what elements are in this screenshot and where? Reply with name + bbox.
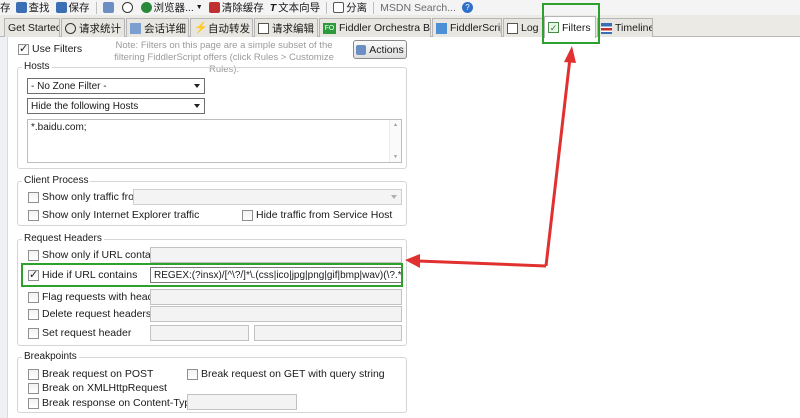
tab-autoresponder[interactable]: ⚡ 自动转发 [190,18,253,37]
client-process-group-title: Client Process [22,175,91,186]
chevron-down-icon [194,104,200,108]
camera-icon [102,2,114,13]
tab-orchestra[interactable]: FOFiddler Orchestra Beta [319,18,431,37]
break-post-checkbox[interactable] [28,369,39,380]
break-post-label: Break request on POST [42,368,154,380]
show-if-url-label: Show only if URL contains [42,249,165,261]
hide-if-url-highlight [21,263,403,287]
toolbar-separator [95,1,97,14]
tab-fiddlerscript[interactable]: FiddlerScript [432,18,502,37]
toolbar-separator [326,1,328,14]
flag-headers-input[interactable] [150,289,402,305]
save-icon [55,2,67,13]
save-button[interactable]: 保存 [53,0,93,15]
break-content-type-label: Break response on Content-Type [42,397,197,409]
toolbar-cut-item: 存 [0,2,11,14]
text-wizard-button[interactable]: T 文本向导 [267,0,323,15]
break-content-type-checkbox[interactable] [28,398,39,409]
annotation-arrow-line [417,259,547,268]
tab-log[interactable]: Log [503,18,543,37]
use-filters-checkbox[interactable] [18,42,29,55]
break-get-query-checkbox[interactable] [187,369,198,380]
annotation-arrow-line [544,57,572,267]
clear-cache-button[interactable]: 清除缓存 [206,0,267,15]
show-only-ie-label: Show only Internet Explorer traffic [42,209,200,221]
show-only-traffic-from-label: Show only traffic from [42,191,143,203]
zone-filter-select[interactable]: - No Zone Filter - [27,78,205,94]
tab-strip: Get Started 请求统计 会话详细 ⚡ 自动转发 请求编辑 FO Fiddl… [0,15,800,38]
help-button[interactable]: ? [459,0,478,15]
detach-icon [333,2,345,13]
autoresponder-icon: ⚡ [194,21,208,34]
filters-check-icon: ✓ [548,22,559,33]
delete-headers-label: Delete request headers [42,308,152,320]
composer-icon [258,22,269,34]
hosts-group-title: Hosts [22,61,52,72]
host-filter-select[interactable]: Hide the following Hosts [27,98,205,114]
show-only-traffic-from-checkbox[interactable] [28,192,39,203]
chevron-down-icon: ▼ [195,4,203,11]
flag-headers-checkbox[interactable] [28,292,39,303]
show-if-url-input[interactable] [150,247,402,263]
timeline-icon [601,22,612,34]
request-headers-group-title: Request Headers [22,233,104,244]
break-xhr-checkbox[interactable] [28,383,39,394]
chevron-down-icon [391,195,397,199]
content-type-input[interactable] [187,394,297,410]
hide-service-host-label: Hide traffic from Service Host [256,209,393,221]
host-list-textarea[interactable]: *.baidu.com; [27,119,402,163]
host-list-scrollbar[interactable] [389,120,401,162]
statistics-icon [65,22,76,34]
tab-inspectors[interactable]: 会话详细 [126,18,189,37]
toolbar: 存 查找 保存 浏览器... ▼ 清除缓存 T 文本向导 分离 MSDN Searc… [0,0,800,15]
text-wizard-icon: T [269,1,277,14]
set-header-checkbox[interactable] [28,328,39,339]
actions-icon [356,44,367,55]
left-border [0,37,8,418]
delete-headers-checkbox[interactable] [28,309,39,320]
break-get-query-label: Break request on GET with query string [201,368,385,380]
help-icon: ? [461,2,473,13]
timer-button[interactable] [119,0,138,15]
find-button[interactable]: 查找 [13,0,53,15]
browser-button[interactable]: 浏览器... ▼ [138,0,206,15]
toolbar-separator [373,1,375,14]
annotation-arrowhead-left [405,254,420,268]
break-xhr-label: Break on XMLHttpRequest [42,382,167,394]
tab-filters[interactable]: ✓ Filters [544,16,596,38]
inspectors-icon [130,22,141,34]
browser-icon [140,2,152,13]
show-if-url-checkbox[interactable] [28,250,39,261]
chevron-down-icon [194,84,200,88]
orchestra-icon: FO [323,22,336,34]
screenshot-button[interactable] [100,0,119,15]
use-filters-label: Use Filters [32,43,83,55]
breakpoints-group-title: Breakpoints [22,351,79,362]
tab-composer[interactable]: 请求编辑 [254,18,318,37]
timer-icon [121,2,133,13]
log-icon [507,22,518,34]
fiddlerscript-icon [436,22,447,34]
find-icon [15,2,27,13]
actions-button[interactable]: Actions [353,40,407,59]
set-header-value-input[interactable] [254,325,402,341]
set-header-label: Set request header [42,327,132,339]
set-header-name-input[interactable] [150,325,249,341]
detach-button[interactable]: 分离 [330,0,370,15]
tab-statistics[interactable]: 请求统计 [61,18,125,37]
annotation-arrowhead-up [564,46,576,63]
clear-cache-icon [208,2,220,13]
tab-get-started[interactable]: Get Started [4,18,60,37]
msdn-search-box[interactable]: MSDN Search... [377,0,459,15]
process-select[interactable] [133,189,402,205]
delete-headers-input[interactable] [150,306,402,322]
tab-timeline[interactable]: Timeline [597,18,653,37]
show-only-ie-checkbox[interactable] [28,210,39,221]
hide-service-host-checkbox[interactable] [242,210,253,221]
